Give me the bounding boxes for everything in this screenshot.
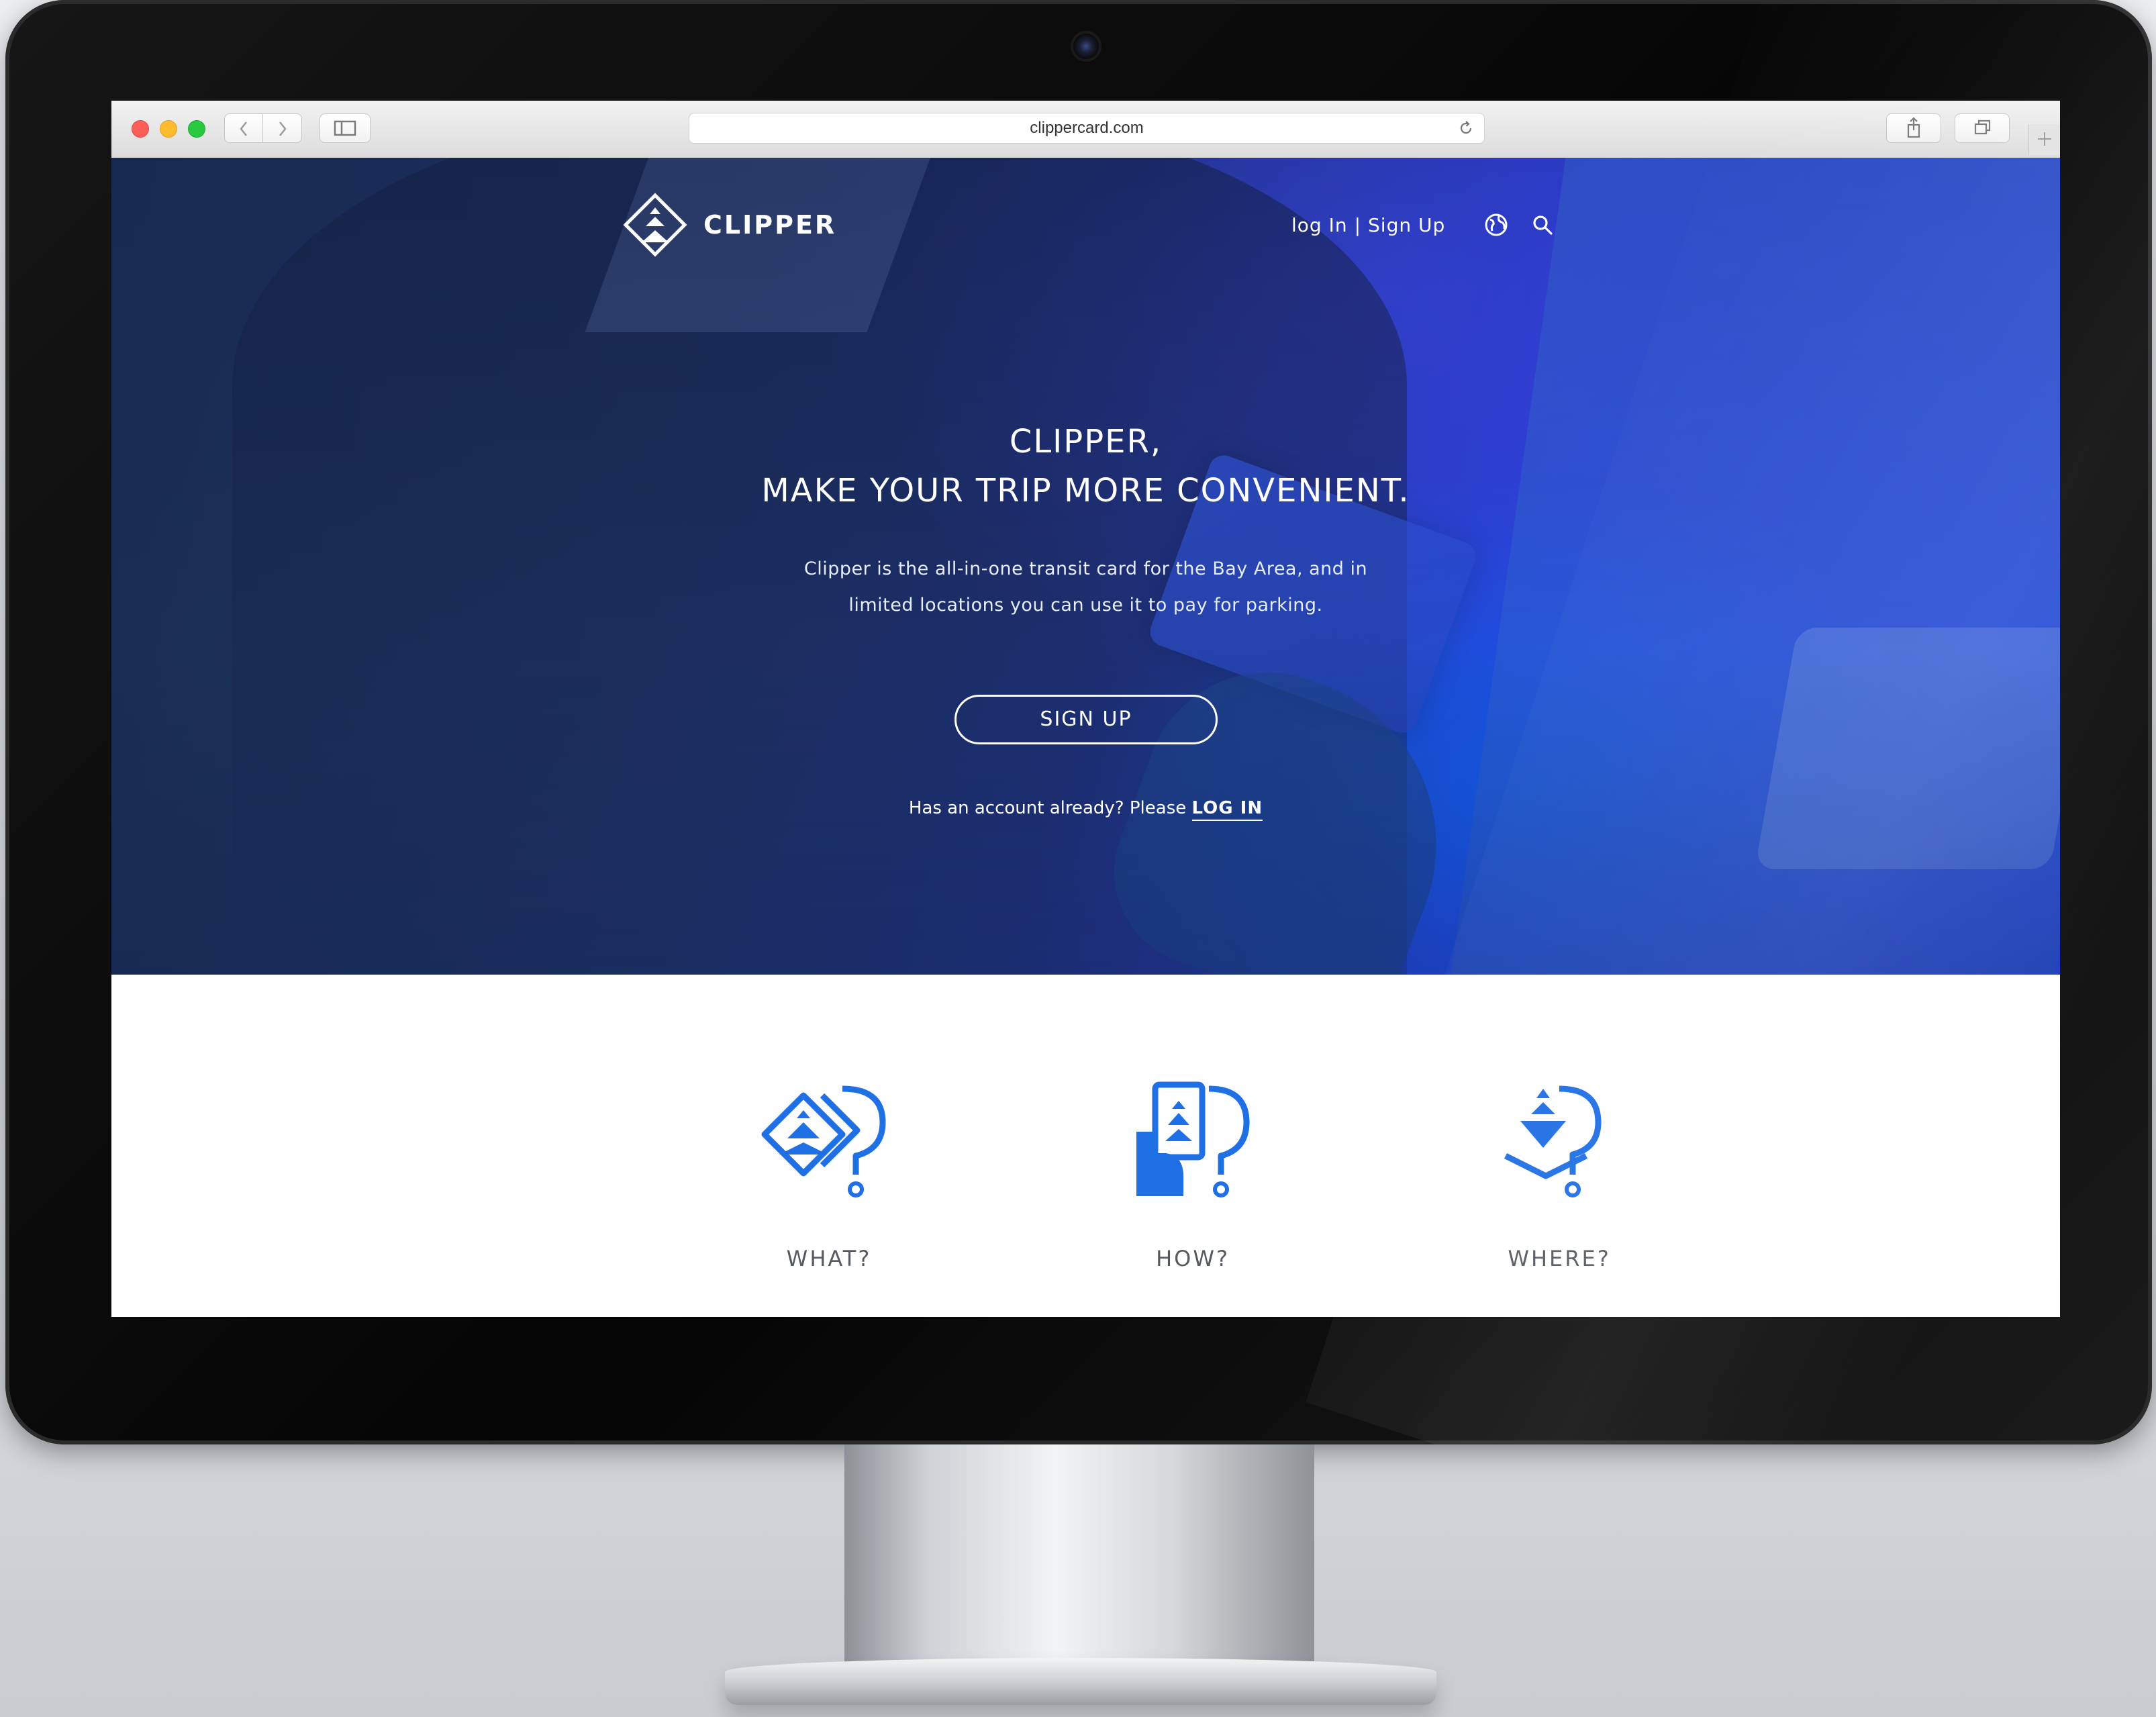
sidebar-icon bbox=[334, 120, 356, 136]
plus-icon bbox=[2038, 132, 2051, 146]
monitor-stand-base bbox=[725, 1658, 1436, 1705]
zoom-window-button[interactable] bbox=[188, 120, 205, 138]
minimize-window-button[interactable] bbox=[160, 120, 177, 138]
hero-title-line1: CLIPPER, bbox=[1009, 423, 1163, 460]
account-prompt: Has an account already? Please LOG IN bbox=[111, 798, 2060, 821]
chevron-right-icon bbox=[279, 121, 287, 136]
new-tab-button[interactable] bbox=[2028, 124, 2060, 155]
login-link[interactable]: LOG IN bbox=[1191, 798, 1263, 821]
globe-icon[interactable] bbox=[1484, 213, 1508, 237]
address-bar[interactable]: clippercard.com bbox=[689, 113, 1485, 144]
monitor-bezel: clippercard.com CLIPPER log In | Sign Up… bbox=[5, 0, 2152, 1444]
webcam bbox=[1073, 34, 1099, 59]
search-icon[interactable] bbox=[1531, 213, 1554, 236]
chevron-left-icon bbox=[240, 121, 247, 136]
logo-text: CLIPPER bbox=[703, 210, 837, 240]
feature-how[interactable]: HOW? bbox=[1092, 975, 1293, 1271]
site-logo[interactable]: CLIPPER bbox=[622, 191, 836, 258]
share-button[interactable] bbox=[1886, 113, 1941, 143]
hero-section: CLIPPER log In | Sign Up CLIPPER, MAKE Y… bbox=[111, 158, 2060, 975]
monitor-stand-neck bbox=[844, 1444, 1314, 1666]
site-nav: log In | Sign Up bbox=[1291, 213, 1554, 237]
location-question-icon bbox=[1504, 1085, 1602, 1197]
hero-description-line2: limited locations you can use it to pay … bbox=[848, 595, 1323, 616]
browser-toolbar: clippercard.com bbox=[111, 101, 2060, 159]
login-nav-link[interactable]: log In bbox=[1291, 214, 1348, 236]
address-url: clippercard.com bbox=[1030, 119, 1144, 137]
close-window-button[interactable] bbox=[132, 120, 149, 138]
card-question-icon bbox=[761, 1085, 886, 1197]
tabs-overview-button[interactable] bbox=[1955, 113, 2010, 143]
feature-how-label: HOW? bbox=[1156, 1246, 1230, 1271]
browser-window: clippercard.com CLIPPER log In | Sign Up… bbox=[111, 101, 2060, 1317]
feature-what-label: WHAT? bbox=[786, 1246, 872, 1271]
account-prompt-text: Has an account already? Please bbox=[908, 798, 1187, 818]
tabs-icon bbox=[1974, 119, 1991, 135]
share-icon bbox=[1907, 117, 1920, 138]
signup-nav-link[interactable]: Sign Up bbox=[1368, 214, 1445, 236]
clipper-logo-icon bbox=[623, 193, 687, 257]
sidebar-toggle-button[interactable] bbox=[320, 113, 371, 143]
reload-icon[interactable] bbox=[1457, 119, 1475, 137]
signup-button[interactable]: SIGN UP bbox=[954, 695, 1218, 744]
feature-where[interactable]: WHERE? bbox=[1459, 975, 1660, 1271]
hand-card-question-icon bbox=[1136, 1081, 1250, 1197]
hero-title-line2: MAKE YOUR TRIP MORE CONVENIENT. bbox=[761, 472, 1410, 509]
nav-separator: | bbox=[1354, 213, 1362, 236]
hero-description-line1: Clipper is the all-in-one transit card f… bbox=[803, 558, 1368, 579]
feature-where-label: WHERE? bbox=[1508, 1246, 1611, 1271]
feature-what[interactable]: WHAT? bbox=[728, 975, 930, 1271]
features-section: WHAT? HOW? WHERE? bbox=[111, 975, 2060, 1317]
forward-button[interactable] bbox=[263, 113, 302, 143]
back-button[interactable] bbox=[224, 113, 263, 143]
